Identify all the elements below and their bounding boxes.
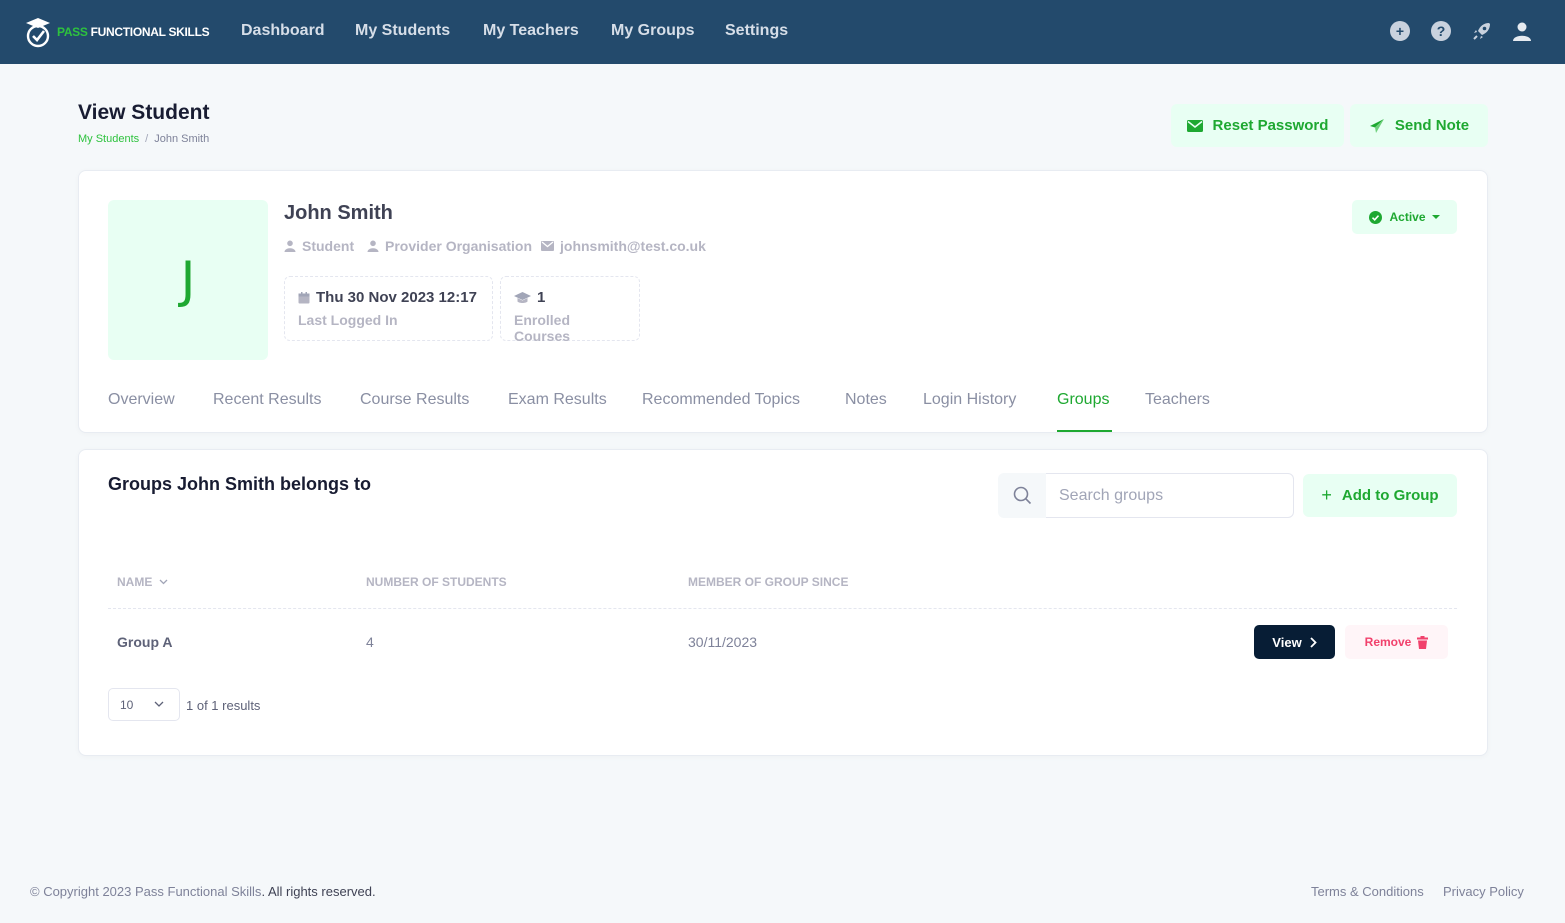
person-icon <box>367 240 379 252</box>
tab-exam-results[interactable]: Exam Results <box>508 391 607 409</box>
graduation-cap-icon <box>514 291 531 303</box>
add-to-group-button[interactable]: + Add to Group <box>1303 474 1457 517</box>
trash-icon <box>1417 635 1429 649</box>
last-login-label: Last Logged In <box>298 312 398 328</box>
nav-my-students[interactable]: My Students <box>355 22 450 40</box>
breadcrumb-current: John Smith <box>154 133 210 145</box>
copyright: © Copyright 2023 Pass Functional Skills.… <box>30 884 376 899</box>
tab-teachers[interactable]: Teachers <box>1145 391 1210 409</box>
status-label: Active <box>1389 210 1426 224</box>
search-icon <box>998 473 1046 518</box>
chevron-down-icon <box>159 579 168 585</box>
chevron-right-icon <box>1310 636 1317 648</box>
group-name[interactable]: Group A <box>117 634 172 650</box>
breadcrumb-my-students[interactable]: My Students <box>78 133 139 145</box>
enrolled-courses-value: 1 <box>537 289 546 306</box>
enrolled-courses-label: Enrolled Courses <box>514 312 571 344</box>
privacy-link[interactable]: Privacy Policy <box>1443 884 1524 899</box>
student-email: johnsmith@test.co.uk <box>541 238 706 254</box>
page-title: View Student <box>78 101 210 124</box>
avatar: J <box>108 200 268 360</box>
table-divider <box>108 608 1457 609</box>
groups-section-title: Groups John Smith belongs to <box>108 474 371 494</box>
last-login-stat: Thu 30 Nov 2023 12:17 Last Logged In <box>284 276 493 341</box>
breadcrumb: My Students / John Smith <box>78 133 209 145</box>
brand-logo[interactable]: PASS FUNCTIONAL SKILLS <box>25 16 210 48</box>
search-groups-input[interactable] <box>1046 473 1294 518</box>
student-organisation: Provider Organisation <box>367 238 532 254</box>
remove-group-button[interactable]: Remove <box>1345 625 1448 659</box>
reset-password-label: Reset Password <box>1212 117 1329 134</box>
group-member-since: 30/11/2023 <box>688 634 758 650</box>
page-size-select[interactable]: 10 <box>108 688 180 721</box>
tab-recent-results[interactable]: Recent Results <box>213 391 322 409</box>
terms-link[interactable]: Terms & Conditions <box>1311 884 1424 899</box>
tab-notes[interactable]: Notes <box>845 391 887 409</box>
tab-recommended-topics[interactable]: Recommended Topics <box>642 391 800 409</box>
group-student-count: 4 <box>366 634 374 650</box>
add-circle-icon[interactable]: + <box>1389 20 1411 42</box>
check-circle-icon <box>1369 210 1383 224</box>
add-to-group-label: Add to Group <box>1341 487 1439 504</box>
active-tab-indicator <box>1057 430 1112 432</box>
send-note-label: Send Note <box>1394 117 1470 134</box>
tab-overview[interactable]: Overview <box>108 391 175 409</box>
breadcrumb-separator: / <box>145 133 149 145</box>
nav-dashboard[interactable]: Dashboard <box>241 22 325 40</box>
paper-plane-icon <box>1369 118 1384 133</box>
send-note-button[interactable]: Send Note <box>1350 104 1488 147</box>
brand-name: PASS FUNCTIONAL SKILLS <box>57 25 210 39</box>
footer-brand-link[interactable]: Pass Functional Skills <box>135 884 261 899</box>
student-role: Student <box>284 238 354 254</box>
rocket-icon[interactable] <box>1471 20 1493 42</box>
tab-course-results[interactable]: Course Results <box>360 391 469 409</box>
envelope-icon <box>541 241 554 251</box>
results-count: 1 of 1 results <box>186 698 261 713</box>
reset-password-button[interactable]: Reset Password <box>1171 104 1344 147</box>
tab-login-history[interactable]: Login History <box>923 391 1016 409</box>
user-profile-icon[interactable] <box>1511 20 1533 42</box>
student-name: John Smith <box>284 202 393 224</box>
plus-icon: + <box>1321 485 1332 505</box>
status-dropdown[interactable]: Active <box>1352 200 1457 234</box>
nav-settings[interactable]: Settings <box>725 22 788 40</box>
tab-groups[interactable]: Groups <box>1057 391 1109 409</box>
nav-my-groups[interactable]: My Groups <box>611 22 695 40</box>
view-group-button[interactable]: View <box>1254 625 1335 659</box>
column-header-name[interactable]: Name <box>117 575 168 589</box>
top-navbar: PASS FUNCTIONAL SKILLS Dashboard My Stud… <box>0 0 1565 64</box>
person-icon <box>284 240 296 252</box>
chevron-down-icon <box>154 701 164 707</box>
column-header-students: Number of Students <box>366 575 507 589</box>
enrolled-courses-stat: 1 Enrolled Courses <box>500 276 640 344</box>
nav-my-teachers[interactable]: My Teachers <box>483 22 579 40</box>
graduation-check-icon <box>26 18 50 48</box>
caret-down-icon <box>1431 215 1440 219</box>
help-icon[interactable]: ? <box>1430 20 1452 42</box>
calendar-icon <box>298 291 310 303</box>
last-login-value: Thu 30 Nov 2023 12:17 <box>316 289 477 306</box>
column-header-member-since: Member of Group Since <box>688 575 849 589</box>
envelope-icon <box>1186 119 1203 132</box>
